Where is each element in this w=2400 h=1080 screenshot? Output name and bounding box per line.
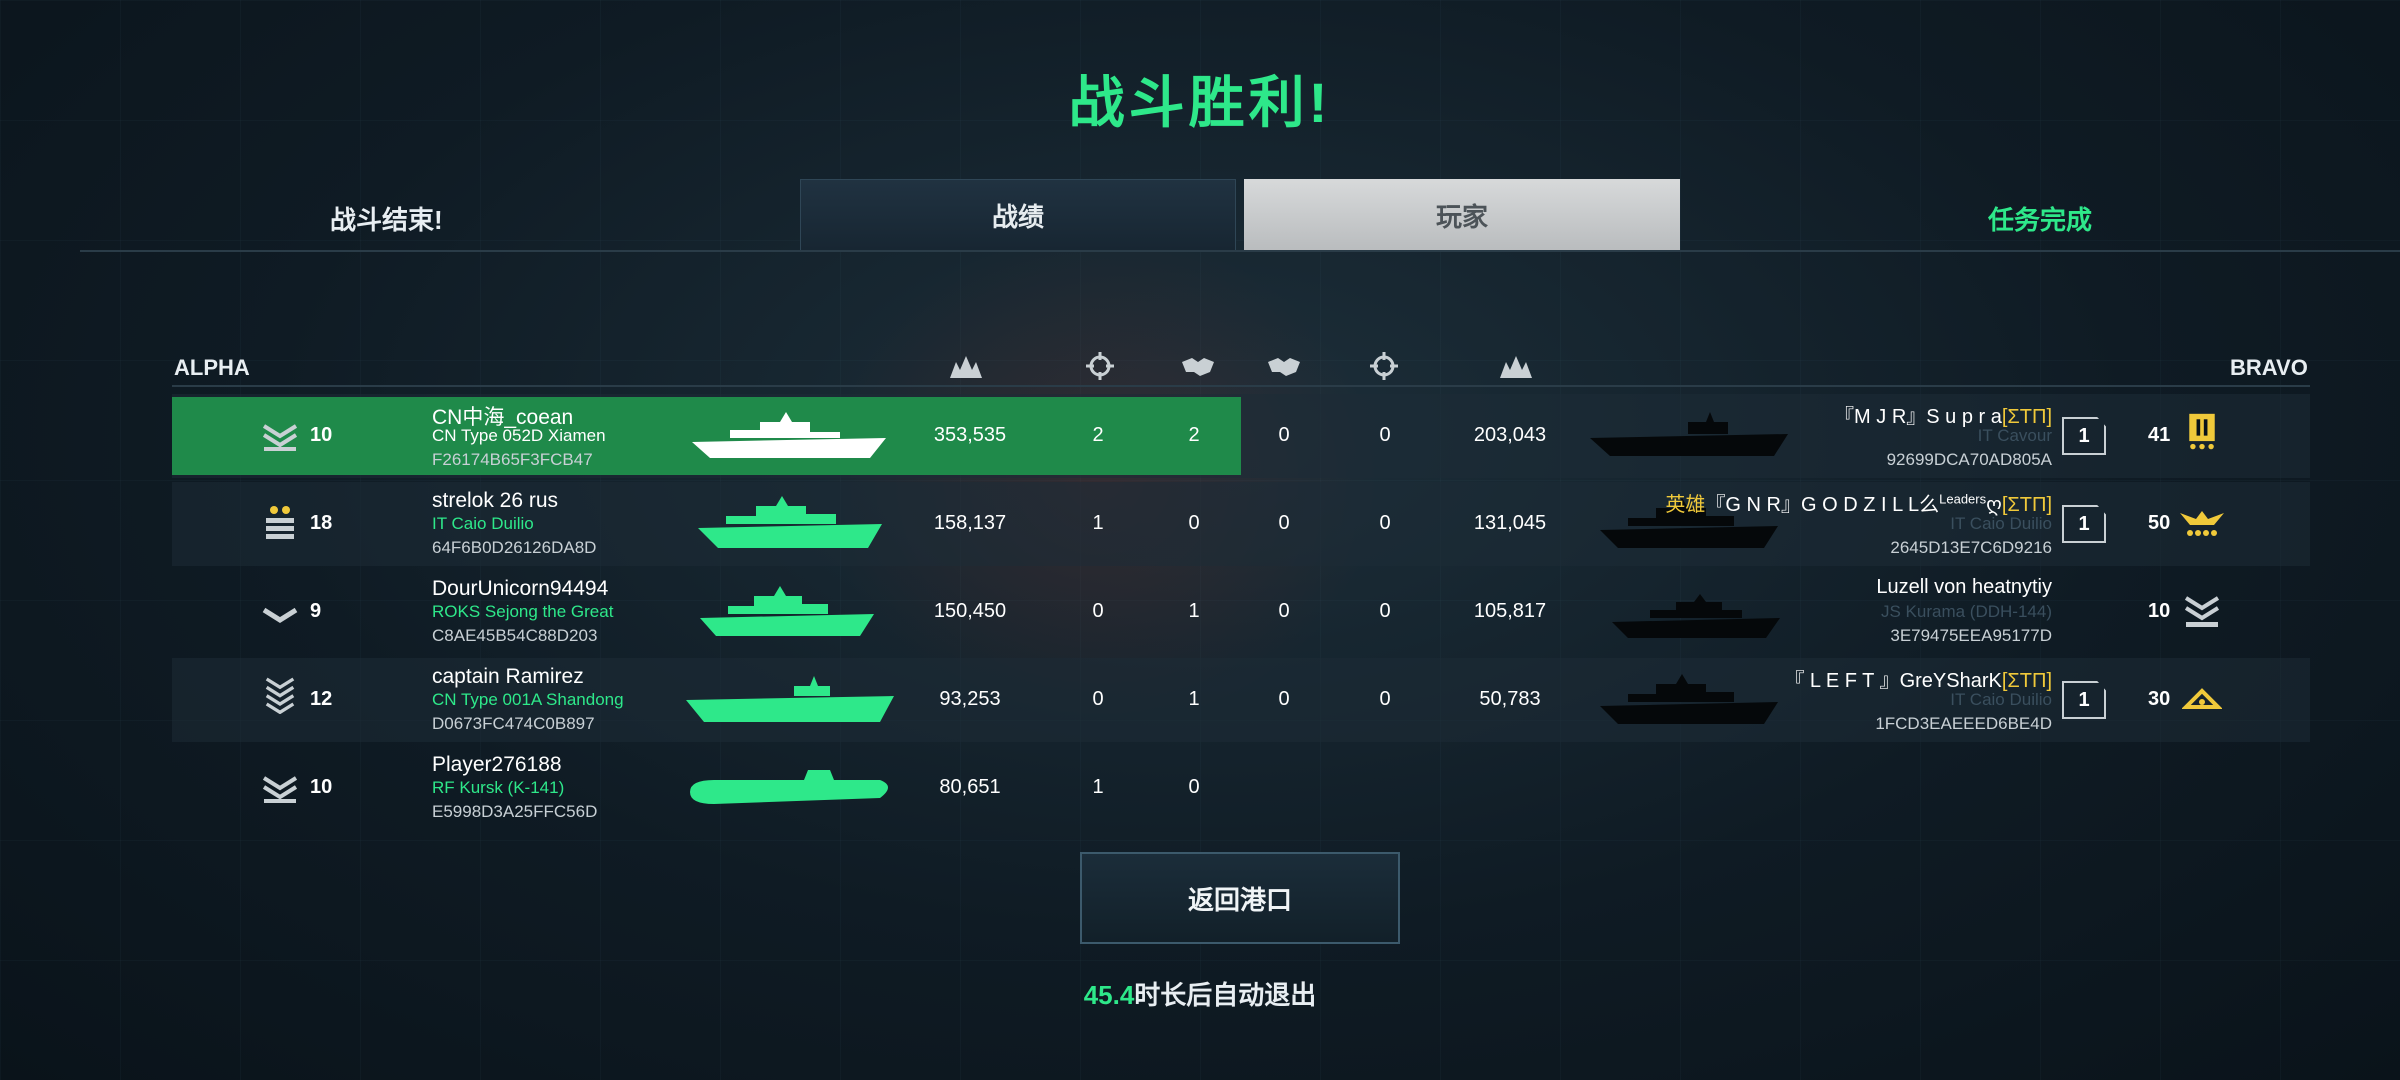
player-id: 92699DCA70AD805A: [1886, 450, 2052, 469]
damage-dealt: 93,253: [939, 688, 1001, 710]
player-rank: 10: [310, 776, 333, 798]
handshake-icon: [1268, 358, 1300, 376]
player-id: 2645D13E7C6D9216: [1890, 538, 2052, 557]
player-rank: 10: [2148, 600, 2171, 622]
player-rank: 9: [310, 600, 322, 622]
squad-badge: 1: [2062, 417, 2106, 455]
rank-chevron-icon: [262, 424, 298, 451]
ship-name: RF Kursk (K-141): [432, 778, 565, 797]
crosshair-icon: [1086, 352, 1114, 380]
ship-silhouette-icon: [698, 496, 882, 548]
rank-eagle-icon: [2180, 511, 2224, 536]
header-divider: [80, 250, 2400, 252]
player-id: 64F6B0D26126DA8D: [432, 538, 597, 557]
tab-stats[interactable]: 战绩: [800, 179, 1236, 251]
ship-name: IT Caio Duilio: [432, 514, 534, 533]
victory-title: 战斗胜利!: [1068, 71, 1332, 134]
submarine-silhouette-icon: [690, 770, 888, 804]
player-name[interactable]: 『M J R』S u p r a[ΣTΠ]: [1530, 400, 2052, 429]
rank-chevron-icon: [265, 677, 295, 714]
clan-tag: [ΣTΠ]: [2001, 406, 2052, 428]
tab-players[interactable]: 玩家: [1244, 179, 1680, 251]
kills: 0: [1379, 688, 1391, 710]
player-name-text: 『 L E F T 』GreYSharK: [1784, 670, 2002, 692]
return-to-port-button[interactable]: 返回港口: [1080, 852, 1400, 944]
player-id: F26174B65F3FCB47: [432, 450, 593, 469]
ship-name: CN Type 001A Shandong: [432, 690, 624, 709]
squad-badge: 1: [2062, 505, 2106, 543]
ship-name: JS Kurama (DDH-144): [1881, 602, 2052, 621]
player-name-superscript: Leaders: [1939, 491, 1987, 507]
rank-star-icon: [2182, 688, 2222, 709]
hero-prefix: 英雄: [1665, 494, 1706, 516]
ship-name: ROKS Sejong the Great: [432, 602, 614, 621]
assists: 0: [1188, 776, 1200, 798]
player-name-suffix: ღ: [1986, 494, 2002, 516]
damage-dealt: 158,137: [933, 512, 1007, 534]
background-glow: [820, 230, 1380, 730]
table-header-divider: [172, 385, 2310, 387]
clan-tag: [ΣTΠ]: [2001, 670, 2052, 692]
clan-tag: [ΣTΠ]: [2001, 494, 2052, 516]
damage-icon: [1500, 356, 1532, 378]
battle-over-label: 战斗结束!: [330, 205, 443, 235]
player-id: E5998D3A25FFC56D: [432, 802, 598, 821]
player-rank: 12: [310, 688, 333, 710]
damage-dealt: 353,535: [933, 424, 1007, 446]
player-id: 1FCD3EAEEED6BE4D: [1875, 714, 2052, 733]
team-alpha-label: ALPHA: [174, 355, 250, 380]
player-name[interactable]: captain Ramirez: [432, 665, 584, 689]
handshake-icon: [1182, 358, 1214, 376]
ship-silhouette-icon: [692, 412, 886, 458]
auto-exit-countdown: 45.4时长后自动退出: [0, 975, 2400, 1012]
player-id: D0673FC474C0B897: [432, 714, 595, 733]
kills: 0: [1379, 512, 1391, 534]
damage-dealt: 80,651: [939, 776, 1001, 798]
team-bravo-label: BRAVO: [2230, 355, 2308, 380]
squad-badge: 1: [2062, 681, 2106, 719]
rank-chevron-icon: [262, 776, 298, 803]
ship-name: IT Caio Duilio: [1950, 514, 2052, 533]
player-name[interactable]: 『 L E F T 』GreYSharK[ΣTΠ]: [1530, 664, 2052, 693]
rank-insignia-icon: [266, 506, 294, 539]
player-rank: 41: [2148, 424, 2171, 446]
player-name[interactable]: strelok 26 rus: [432, 489, 558, 513]
damage-dealt: 105,817: [1473, 600, 1547, 622]
ship-silhouette-icon: [700, 586, 874, 636]
ship-silhouette-icon: [686, 676, 894, 722]
ship-name: CN Type 052D Xiamen: [432, 426, 606, 445]
damage-dealt: 150,450: [933, 600, 1007, 622]
crosshair-icon: [1370, 352, 1398, 380]
mission-complete-label[interactable]: 任务完成: [1988, 200, 2092, 237]
countdown-text: 时长后自动退出: [1134, 980, 1317, 1010]
damage-icon: [950, 356, 982, 378]
player-name[interactable]: Player276188: [432, 753, 562, 777]
player-name[interactable]: Luzell von heatnytiy: [1530, 576, 2052, 599]
kills: 0: [1379, 424, 1391, 446]
countdown-seconds: 45.4: [1083, 980, 1135, 1010]
player-id: 3E79475EEA95177D: [1890, 626, 2052, 645]
player-rank: 18: [310, 512, 333, 534]
rank-chevron-icon: [2184, 596, 2220, 627]
player-name[interactable]: 英雄『G N R』G O D Z I L L么Leadersღ[ΣTΠ]: [1530, 488, 2052, 517]
rank-chevron-icon: [262, 607, 298, 623]
ship-name: IT Caio Duilio: [1950, 690, 2052, 709]
player-name-text: 『G N R』G O D Z I L L么: [1705, 494, 1940, 516]
player-id: C8AE45B54C88D203: [432, 626, 598, 645]
rank-officer-icon: [2189, 413, 2215, 450]
player-rank: 50: [2148, 512, 2171, 534]
kills: 0: [1379, 600, 1391, 622]
ship-name: IT Cavour: [1977, 426, 2052, 445]
player-rank: 10: [310, 424, 333, 446]
player-rank: 30: [2148, 688, 2171, 710]
player-name-text: Luzell von heatnytiy: [1876, 576, 2052, 598]
player-name[interactable]: DourUnicorn94494: [432, 577, 608, 601]
player-name-text: 『M J R』S u p r a: [1834, 406, 2002, 428]
